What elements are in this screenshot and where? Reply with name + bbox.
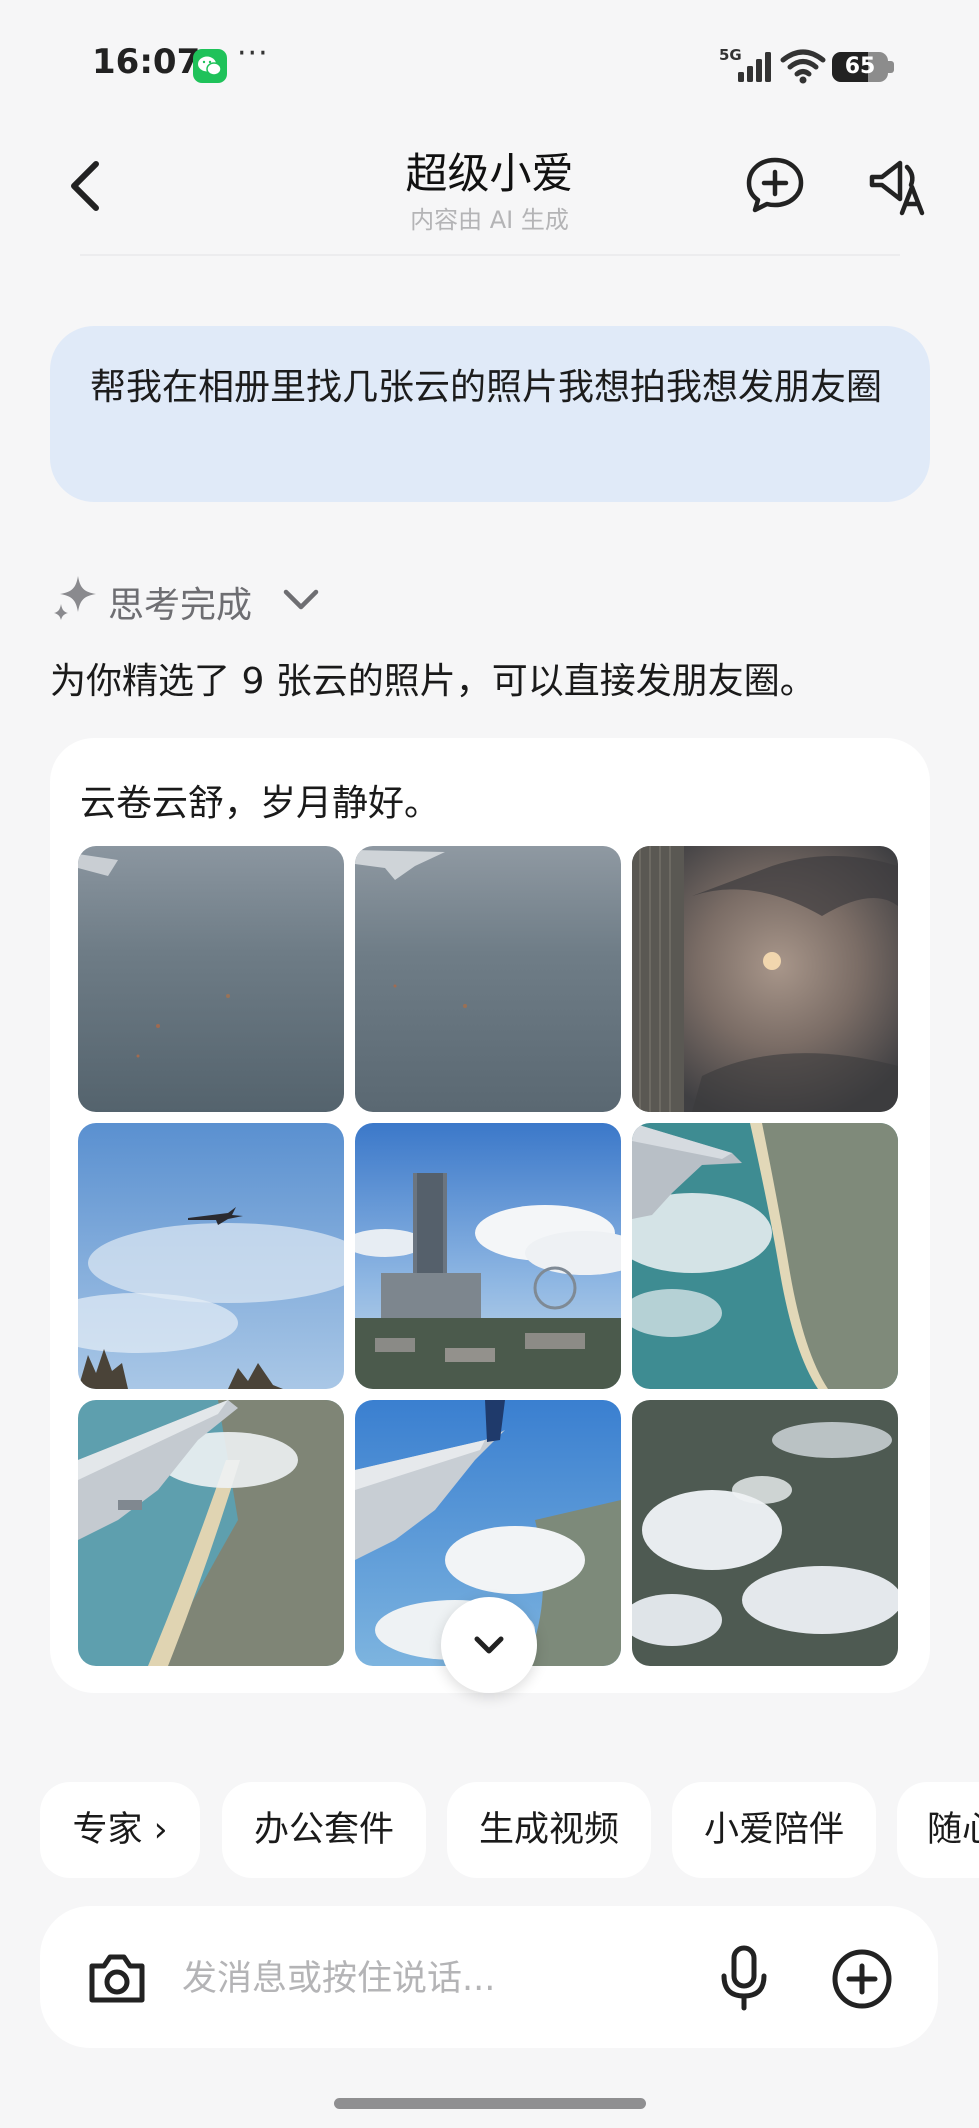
photo-thumbnail[interactable] [78,1400,344,1666]
photo-thumbnail[interactable] [355,1123,621,1389]
user-message-text: 帮我在相册里找几张云的照片我想拍我想发朋友圈 [90,367,883,408]
photo-thumbnail[interactable] [632,846,898,1112]
photo-thumbnail[interactable] [632,1400,898,1666]
camera-icon[interactable] [86,1950,148,2006]
chip-office-suite[interactable]: 办公套件 [222,1782,426,1878]
plus-icon[interactable] [830,1947,894,2011]
photo-thumbnail[interactable] [632,1123,898,1389]
wifi-icon [780,48,826,84]
chip-generate-video[interactable]: 生成视频 [447,1782,651,1878]
voice-translate-button[interactable] [866,155,928,217]
photo-thumbnail[interactable] [355,846,621,1112]
thinking-status[interactable]: 思考完成 [108,576,252,628]
battery-indicator: 65 [832,52,888,82]
chip-casual[interactable]: 随心 [897,1782,979,1878]
message-input[interactable] [182,1950,702,2008]
microphone-icon[interactable] [716,1944,772,2014]
photo-thumbnail[interactable] [78,1123,344,1389]
wechat-icon [193,49,227,83]
chevron-down-icon[interactable] [280,584,322,616]
ai-generated-notice: 内容由 AI 生成 [410,206,569,234]
sparkle-icon [52,574,98,620]
battery-tip [888,61,894,73]
battery-level: 65 [844,54,876,79]
assistant-reply: 为你精选了 9 张云的照片，可以直接发朋友圈。 [50,661,816,702]
photo-caption: 云卷云舒，岁月静好。 [80,783,441,824]
chip-expert[interactable]: 专家 › [40,1782,200,1878]
new-chat-button[interactable] [744,155,806,215]
signal-icon [730,52,774,82]
page-title: 超级小爱 [405,149,574,198]
status-dots: ··· [237,36,269,71]
expand-button[interactable] [441,1597,537,1693]
photo-thumbnail[interactable] [78,846,344,1112]
header-divider [80,254,900,256]
home-indicator [334,2098,646,2109]
status-time: 16:07 [92,42,201,82]
chip-xiaoai-companion[interactable]: 小爱陪伴 [672,1782,876,1878]
